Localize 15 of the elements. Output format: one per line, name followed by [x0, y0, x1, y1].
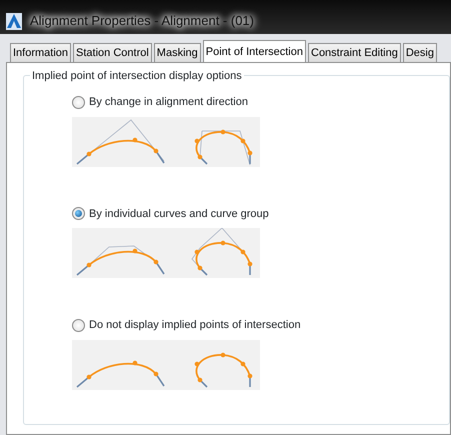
tab[interactable]: Station Control [73, 43, 152, 62]
radio-button[interactable] [72, 96, 85, 109]
tab[interactable]: Constraint Editing [308, 43, 401, 62]
app-logo-icon [6, 12, 22, 30]
radio-button[interactable] [72, 207, 85, 220]
tab[interactable]: Point of Intersection [202, 40, 306, 62]
tab[interactable]: Desig [402, 43, 437, 62]
window-title: Alignment Properties - Alignment - (01) [30, 11, 254, 31]
tab[interactable]: Masking [154, 43, 201, 62]
tab[interactable]: Information [10, 43, 72, 62]
radio-button[interactable] [72, 318, 85, 332]
radio-label[interactable]: By individual curves and curve group [89, 206, 269, 222]
radio-label[interactable]: By change in alignment direction [89, 94, 248, 110]
group-title: Implied point of intersection display options [30, 68, 244, 84]
radio-label[interactable]: Do not display implied points of intersection [89, 317, 301, 334]
